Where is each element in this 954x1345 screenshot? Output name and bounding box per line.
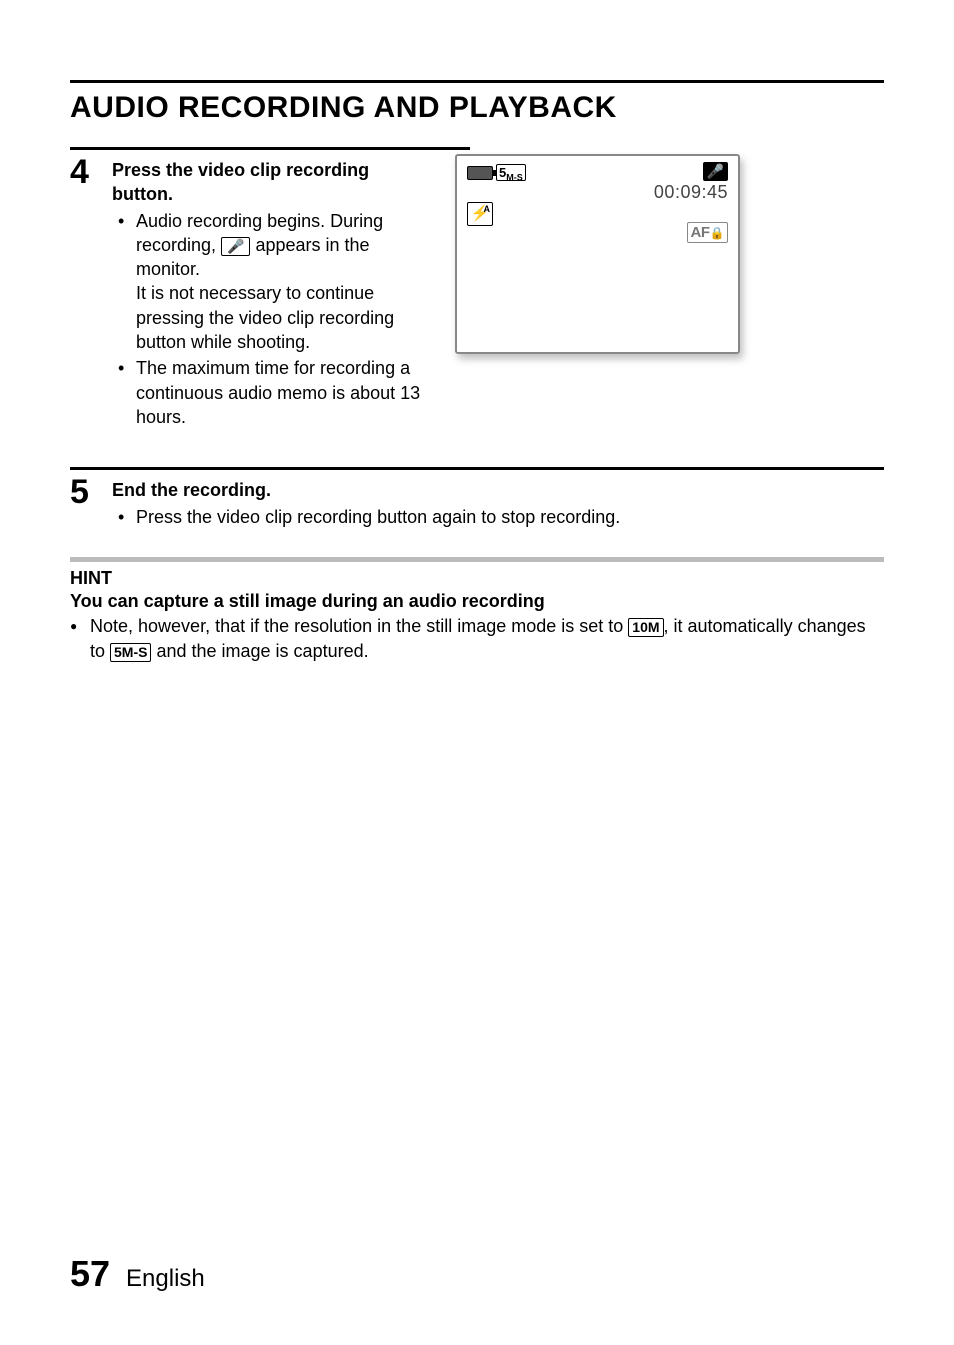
step4-row: 4 Press the video clip recording button.… (70, 154, 884, 431)
res-suffix: M-S (506, 173, 523, 183)
page-title: AUDIO RECORDING AND PLAYBACK (70, 91, 884, 125)
resolution-badge: 5M-S (496, 164, 526, 181)
step4-content: Press the video clip recording button. A… (112, 154, 430, 431)
hint-label: HINT (70, 568, 884, 589)
footer-language: English (126, 1265, 205, 1293)
hint-bullet1: Note, however, that if the resolution in… (70, 614, 884, 664)
hint-bullets: Note, however, that if the resolution in… (70, 614, 884, 664)
step5-bullets: Press the video clip recording button ag… (112, 505, 884, 529)
step4-block: 4 Press the video clip recording button.… (70, 154, 430, 431)
step4-bullet2: The maximum time for recording a continu… (118, 356, 430, 429)
step5-rule (70, 467, 884, 470)
mic-badge-icon: 🎤 (703, 162, 728, 181)
hint-subhead: You can capture a still image during an … (70, 591, 884, 612)
step5-bullet1: Press the video clip recording button ag… (118, 505, 884, 529)
timer-text: 00:09:45 (654, 182, 728, 203)
af-lock-badge: AF🔒 (687, 222, 728, 243)
flash-auto-icon: ⚡A (467, 202, 493, 226)
badge-10m: 10M (628, 618, 663, 637)
page-top-rule (70, 80, 884, 83)
hint-after: and the image is captured. (151, 641, 368, 661)
af-text: AF (691, 224, 710, 241)
flash-a: A (484, 204, 491, 214)
mic-icon: 🎤 (221, 237, 250, 256)
step5-content: End the recording. Press the video clip … (112, 474, 884, 531)
step4-rule (70, 147, 470, 150)
badge-5ms: 5M-S (110, 643, 151, 662)
step5-number: 5 (70, 475, 112, 509)
osd-top-left: 5M-S (467, 164, 526, 181)
page-footer: 57 English (70, 1253, 205, 1295)
camera-screen-preview: 5M-S 🎤 00:09:45 ⚡A AF🔒 (455, 154, 740, 354)
osd-top-right: 🎤 00:09:45 (654, 162, 728, 203)
lock-icon: 🔒 (710, 226, 724, 240)
step4-heading: Press the video clip recording button. (112, 158, 430, 207)
step4-number: 4 (70, 155, 112, 189)
step5-row: 5 End the recording. Press the video cli… (70, 474, 884, 531)
step4-bullets: Audio recording begins. During recording… (112, 209, 430, 430)
step4-continuation: It is not necessary to continue pressing… (136, 281, 430, 354)
battery-icon (467, 166, 493, 180)
step4-bullet1: Audio recording begins. During recording… (118, 209, 430, 355)
step5-block: 5 End the recording. Press the video cli… (70, 467, 884, 531)
hint-rule (70, 557, 884, 562)
step5-heading: End the recording. (112, 478, 884, 502)
page-number: 57 (70, 1253, 110, 1295)
hint-before: Note, however, that if the resolution in… (90, 616, 628, 636)
